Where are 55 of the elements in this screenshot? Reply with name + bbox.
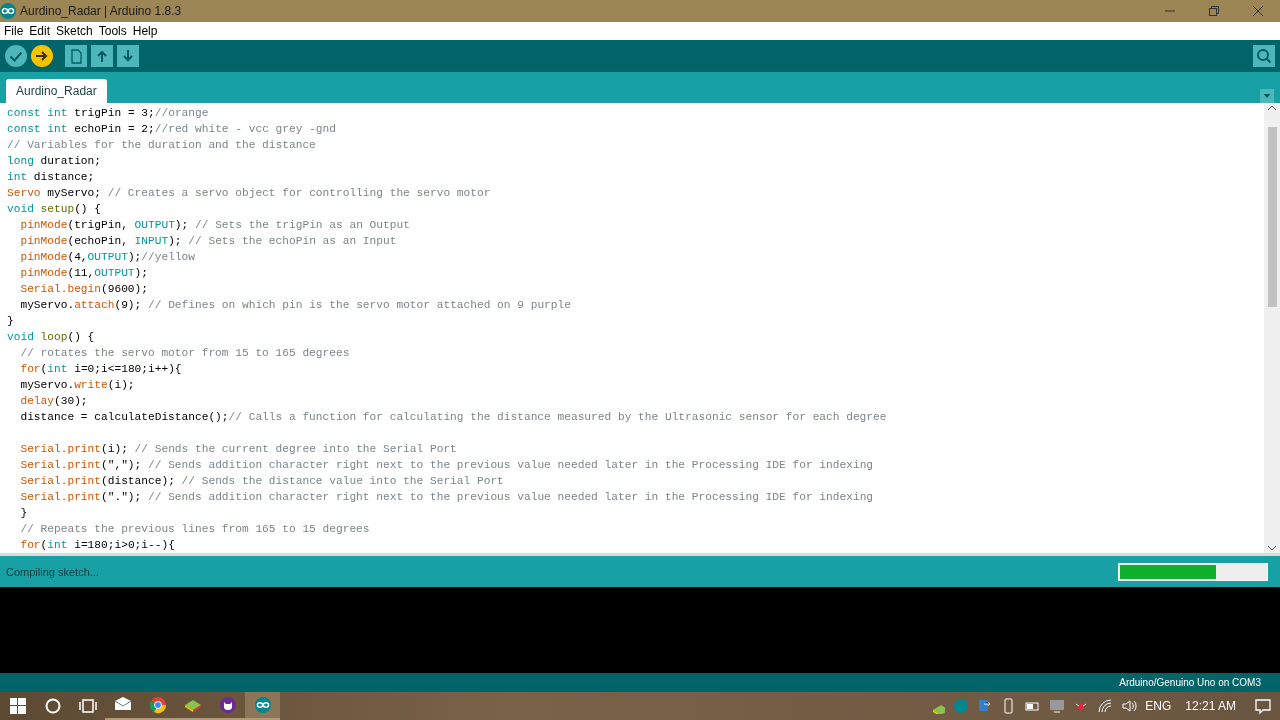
code-line: void loop() {: [7, 331, 95, 343]
code-line: delay(30);: [20, 395, 88, 407]
upload-arrow-button[interactable]: [90, 44, 114, 68]
upload-button[interactable]: [30, 44, 54, 68]
code-line: Servo myServo; // Creates a servo object for controlling the servo motor: [7, 187, 491, 199]
app-logo-icon: [0, 3, 16, 19]
code-line: for(int i=0;i<=180;i++){: [20, 363, 182, 375]
code-line: Serial.print(i); // Sends the current degree into the Serial Port: [20, 443, 457, 455]
code-line: void setup() {: [7, 203, 101, 215]
code-line: pinMode(trigPin, OUTPUT); // Sets the trigPin as an Output: [20, 219, 410, 231]
wifi-icon[interactable]: [1097, 698, 1114, 714]
code-line: // Variables for the duration and the distance: [7, 139, 316, 151]
code-line: distance = calculateDistance();// Calls a function for calculating the distance measured by the Ultrasonic sensor for each degree: [20, 411, 887, 423]
code-line: long duration;: [7, 155, 101, 167]
code-line: Serial.begin(9600);: [20, 283, 148, 295]
status-message: Compiling sketch...: [6, 565, 99, 578]
board-port-label: Arduino/Genuino Uno on COM3: [1119, 677, 1261, 688]
code-line: Serial.print(distance); // Sends the distance value into the Serial Port: [20, 475, 504, 487]
scroll-down-icon[interactable]: [1267, 543, 1277, 553]
menu-item[interactable]: Edit: [29, 24, 57, 38]
restore-icon[interactable]: [1209, 6, 1219, 16]
code-line: // Repeats the previous lines from 165 to 15 degrees: [20, 523, 370, 535]
code-line: myServo.write(i);: [20, 379, 135, 391]
notification-icon[interactable]: [1254, 697, 1272, 715]
menu-item[interactable]: Sketch: [56, 24, 99, 38]
code-line: pinMode(4,OUTPUT);//yellow: [20, 251, 196, 263]
menu-item[interactable]: Tools: [98, 24, 133, 38]
code-line: for(int i=180;i>0;i--){: [20, 539, 175, 551]
close-icon[interactable]: [1253, 6, 1263, 16]
serial-monitor-button[interactable]: [1252, 44, 1276, 68]
download-arrow-button[interactable]: [116, 44, 140, 68]
clock-time[interactable]: 12:21 AM: [1185, 699, 1236, 713]
menu-item[interactable]: Help: [132, 24, 164, 38]
code-line: int distance;: [7, 171, 95, 183]
code-line: Serial.print(","); // Sends addition character right next to the previous value needed later in the Processing IDE for indexing: [20, 459, 874, 471]
sketch-tab[interactable]: Aurdino_Radar: [6, 79, 107, 103]
code-line: const int echoPin = 2;//red white - vcc grey -gnd: [7, 123, 336, 135]
code-line: const int trigPin = 3;//orange: [7, 107, 209, 119]
code-line: }: [7, 315, 14, 327]
menu-item[interactable]: File: [4, 24, 30, 38]
code-line: Serial.print("."); // Sends addition character right next to the previous value needed later in the Processing IDE for indexing: [20, 491, 874, 503]
code-line: myServo.attach(9); // Defines on which pin is the servo motor attached on 9 purple: [20, 299, 571, 311]
scrollbar-thumb[interactable]: [1267, 127, 1277, 307]
code-line: pinMode(echoPin, INPUT); // Sets the echoPin as an Input: [20, 235, 397, 247]
input-language[interactable]: ENG: [1145, 699, 1172, 713]
code-line: // rotates the servo motor from 15 to 165 degrees: [20, 347, 350, 359]
window-title: Aurdino_Radar | Arduino 1.8.3: [20, 4, 183, 18]
code-line: }: [20, 507, 28, 519]
tab-menu-button[interactable]: [1260, 89, 1274, 103]
monitor-icon[interactable]: [1049, 698, 1066, 714]
speaker-icon[interactable]: [1121, 698, 1138, 714]
code-line: pinMode(11,OUTPUT);: [20, 267, 148, 279]
taskbar-app-button[interactable]: [245, 692, 280, 720]
scroll-up-icon[interactable]: [1267, 103, 1277, 113]
new-file-button[interactable]: [64, 44, 88, 68]
